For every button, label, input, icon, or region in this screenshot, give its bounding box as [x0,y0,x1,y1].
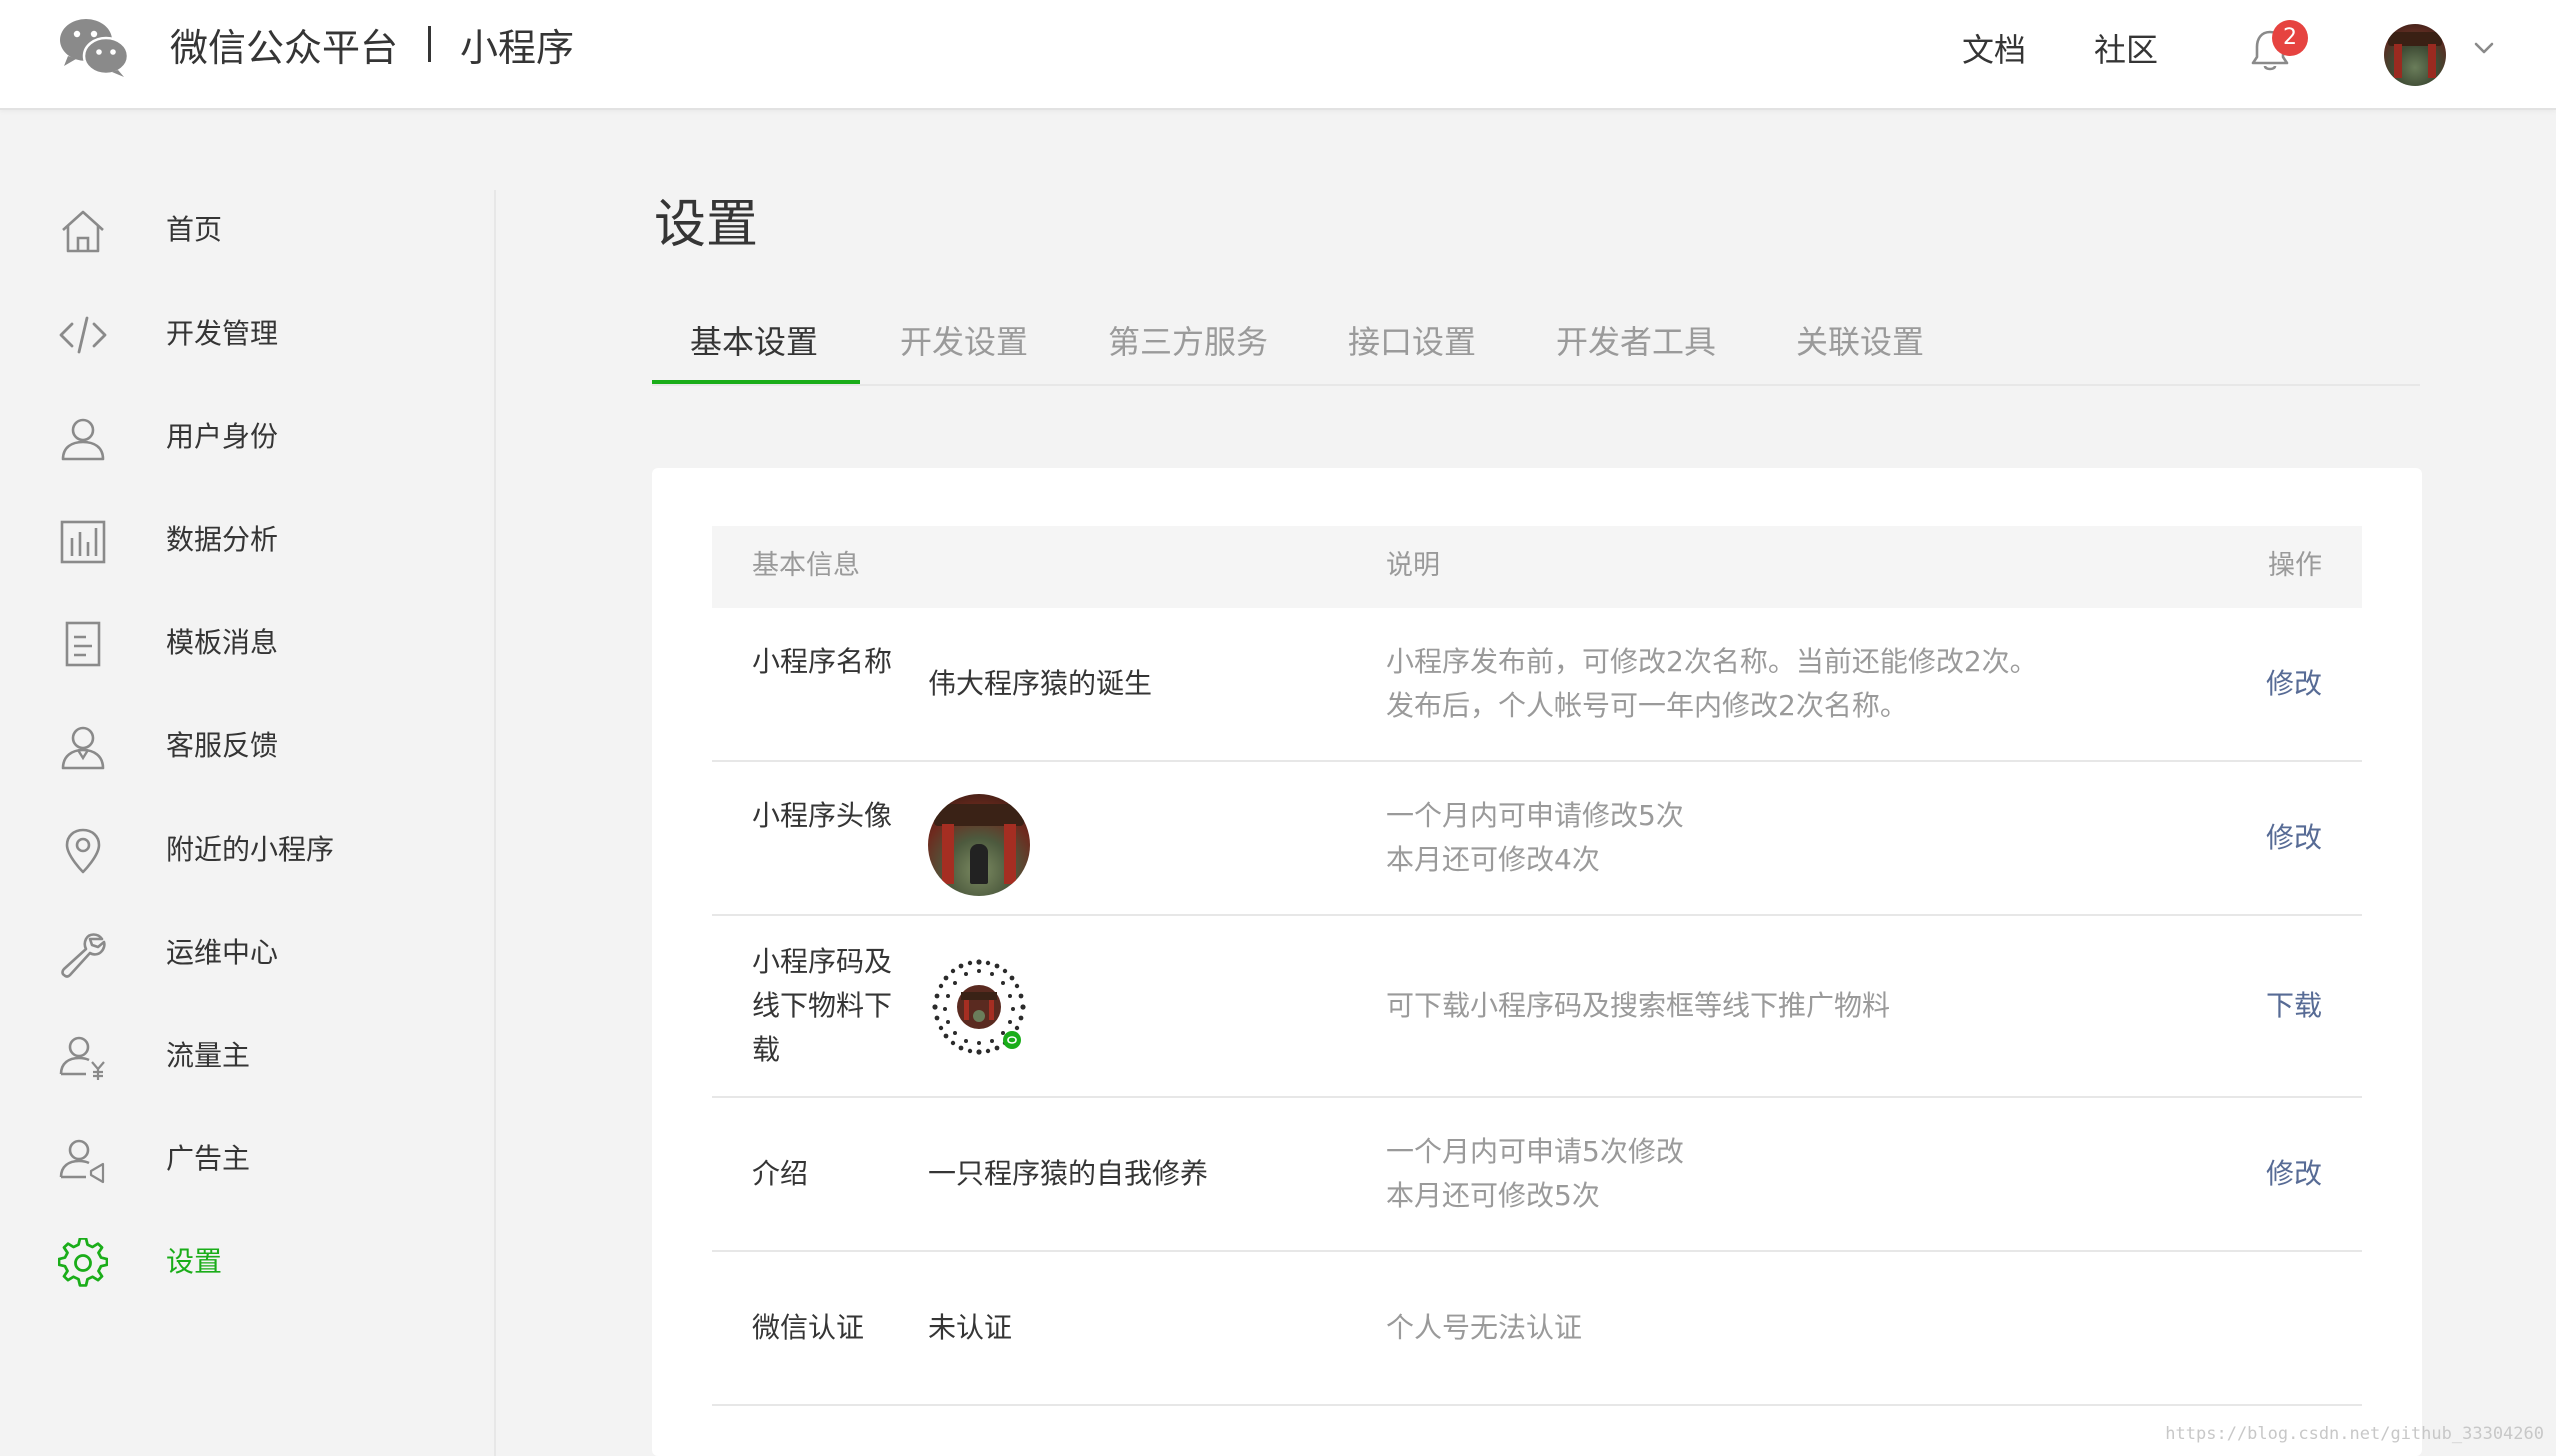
row-desc-line: 本月还可修改5次 [1386,1179,1600,1212]
sidebar-item-label: 客服反馈 [166,729,279,762]
row-value-intro: 一只程序猿的自我修养 [928,1157,1209,1190]
nav-community-link[interactable]: 社区 [2094,28,2158,72]
brand-name[interactable]: 微信公众平台 [170,22,398,74]
sidebar-item-label: 附近的小程序 [166,833,335,866]
sidebar-item-dev-management[interactable]: 开发管理 [52,304,452,364]
sidebar-item-label: 开发管理 [166,317,279,350]
row-desc-line: 个人号无法认证 [1386,1311,1583,1344]
brand-separator [428,26,431,62]
row-desc-line: 发布后，个人帐号可一年内修改2次名称。 [1386,689,1908,722]
table-row: 小程序头像 一个月内可申请修改5次 本月还可修改4次 修改 [712,762,2362,916]
product-name: 小程序 [460,26,575,70]
sidebar-item-label: 数据分析 [166,523,279,556]
document-icon [65,621,101,667]
row-desc-line: 本月还可修改4次 [1386,843,1600,876]
row-label-intro: 介绍 [752,1157,809,1190]
table-row: 小程序码及线下物料下载 可下载小程序码及搜索框等线下推广物料 下载 [712,916,2362,1098]
tab-third-party-services[interactable]: 第三方服务 [1108,320,1268,364]
row-label-verification: 微信认证 [752,1311,865,1344]
sidebar-item-label: 运维中心 [166,936,279,969]
sidebar-item-template-message[interactable]: 模板消息 [52,613,452,673]
tab-dev-settings[interactable]: 开发设置 [900,320,1028,364]
header-action: 操作 [2268,550,2322,581]
tab-basic-settings[interactable]: 基本设置 [690,320,818,364]
user-icon [61,418,105,461]
row-value-name: 伟大程序猿的诞生 [928,667,1153,700]
table-row: 微信认证 未认证 个人号无法认证 [712,1252,2362,1406]
sidebar-item-data-analysis[interactable]: 数据分析 [52,510,452,570]
wechat-logo-icon[interactable] [58,16,130,78]
header-description: 说明 [1386,550,1440,581]
table-row: 介绍 一只程序猿的自我修养 一个月内可申请5次修改 本月还可修改5次 修改 [712,1098,2362,1252]
table-row: 小程序名称 伟大程序猿的诞生 小程序发布前，可修改2次名称。当前还能修改2次。 … [712,608,2362,762]
row-label-avatar: 小程序头像 [752,799,893,832]
settings-tabs: 基本设置 开发设置 第三方服务 接口设置 开发者工具 关联设置 [652,314,2420,386]
row-value-verification: 未认证 [928,1311,1013,1344]
sidebar-item-label: 模板消息 [166,626,279,659]
edit-avatar-link[interactable]: 修改 [2266,816,2322,860]
user-avatar[interactable] [2384,24,2446,86]
row-label-name: 小程序名称 [752,645,893,678]
tab-developer-tools[interactable]: 开发者工具 [1556,320,1716,364]
sidebar-item-label: 首页 [166,213,223,246]
home-icon [62,210,104,253]
page-title: 设置 [654,195,759,255]
row-desc-line: 小程序发布前，可修改2次名称。当前还能修改2次。 [1386,645,2038,678]
sidebar-item-home[interactable]: 首页 [52,200,452,260]
basic-info-table: 基本信息 说明 操作 小程序名称 伟大程序猿的诞生 小程序发布前，可修改2次名称… [712,526,2362,1406]
nav-docs-link[interactable]: 文档 [1962,28,2026,72]
download-code-link[interactable]: 下载 [2266,984,2322,1028]
mini-program-avatar [928,794,1030,896]
sidebar-item-nearby-mini-programs[interactable]: 附近的小程序 [52,820,452,880]
sidebar-item-operations-center[interactable]: 运维中心 [52,923,452,983]
notification-badge[interactable]: 2 [2272,20,2308,56]
sidebar-item-label: 设置 [166,1245,223,1278]
sidebar-item-customer-feedback[interactable]: 客服反馈 [52,716,452,776]
sidebar-item-label: 广告主 [166,1142,251,1175]
chevron-down-icon[interactable] [2470,36,2498,60]
sidebar-item-label: 流量主 [166,1039,251,1072]
sidebar-item-user-identity[interactable]: 用户身份 [52,407,452,467]
header-basic-info: 基本信息 [752,550,860,581]
location-pin-icon [65,828,101,874]
basic-settings-panel: 基本信息 说明 操作 小程序名称 伟大程序猿的诞生 小程序发布前，可修改2次名称… [652,468,2422,1456]
edit-intro-link[interactable]: 修改 [2266,1152,2322,1196]
table-header: 基本信息 说明 操作 [712,526,2362,608]
edit-name-link[interactable]: 修改 [2266,662,2322,706]
row-desc-line: 一个月内可申请修改5次 [1386,799,1684,832]
tab-interface-settings[interactable]: 接口设置 [1348,320,1476,364]
gear-icon [58,1238,108,1287]
user-megaphone-icon [59,1139,105,1184]
user-yuan-icon [59,1036,105,1080]
sidebar-item-settings[interactable]: 设置 [52,1232,452,1292]
watermark: https://blog.csdn.net/github_33304260 [2165,1424,2544,1444]
bar-chart-icon [60,520,106,564]
top-bar: 微信公众平台 小程序 文档 社区 2 [0,0,2556,110]
mini-program-code-icon [932,959,1026,1055]
sidebar-item-advertiser[interactable]: 广告主 [52,1129,452,1189]
code-icon [59,316,107,354]
active-tab-indicator [652,380,860,384]
support-user-icon [61,726,105,770]
sidebar-divider [494,190,496,1456]
wrench-icon [61,933,106,978]
sidebar-item-label: 用户身份 [166,420,279,453]
row-desc-line: 可下载小程序码及搜索框等线下推广物料 [1386,989,1891,1022]
sidebar-item-traffic-owner[interactable]: 流量主 [52,1026,452,1086]
row-desc-line: 一个月内可申请5次修改 [1386,1135,1684,1168]
row-label-code: 小程序码及线下物料下载 [752,945,893,1066]
tab-association-settings[interactable]: 关联设置 [1796,320,1924,364]
